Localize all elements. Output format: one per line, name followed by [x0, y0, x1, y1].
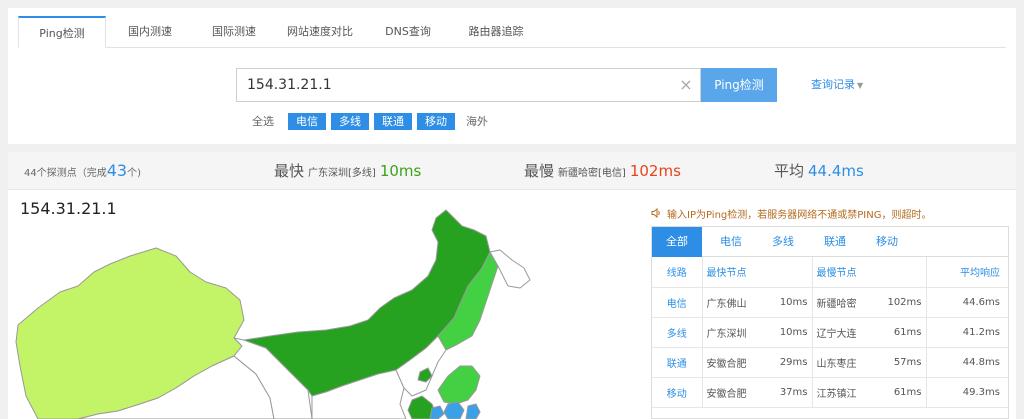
header-line: 线路 [652, 257, 703, 288]
tab-domestic-speed[interactable]: 国内测速 [106, 16, 194, 48]
average-value: 44.4ms [808, 162, 864, 180]
result-panel: 44个探测点（完成43个) 最快 广东深圳[多线] 10ms 最慢 新疆哈密[电信] 1… [8, 152, 1016, 419]
row-fast-value: 10ms [762, 287, 813, 318]
map-region-blue-b[interactable] [443, 401, 465, 419]
header-slowest: 最慢节点 [812, 257, 927, 288]
row-fast-value: 37ms [762, 377, 813, 408]
history-dropdown[interactable]: 查询记录 ▼ [811, 68, 863, 102]
fastest-stat: 最快 广东深圳[多线] 10ms [274, 152, 421, 190]
average-label: 平均 [774, 162, 805, 180]
filter-multiline[interactable]: 多线 [331, 113, 369, 130]
row-average: 44.8ms [926, 347, 1008, 378]
filter-mobile[interactable]: 移动 [417, 113, 455, 130]
row-slow-value: 61ms [878, 377, 927, 408]
row-average: 49.3ms [926, 377, 1008, 408]
row-fast-value: 10ms [762, 317, 813, 348]
row-fast-node: 安徽合肥 [702, 377, 762, 408]
probe-done-count: 43 [106, 161, 128, 180]
tool-tabs: Ping检测 国内测速 国际测速 网站速度对比 DNS查询 路由器追踪 [18, 16, 1006, 48]
row-slow-node: 山东枣庄 [812, 347, 878, 378]
tab-ping[interactable]: Ping检测 [18, 16, 106, 48]
header-fastest: 最快节点 [702, 257, 813, 288]
isp-tab-telecom[interactable]: 电信 [706, 227, 756, 257]
slowest-value: 102ms [629, 162, 681, 180]
table-header-row: 线路 最快节点 最慢节点 平均响应 [652, 257, 1008, 288]
row-fast-value: 29ms [762, 347, 813, 378]
row-fast-node: 广东深圳 [702, 317, 762, 348]
row-slow-value: 102ms [878, 287, 927, 318]
tab-traceroute[interactable]: 路由器追踪 [450, 16, 542, 48]
tab-international-speed[interactable]: 国际测速 [194, 16, 274, 48]
isp-tab-all[interactable]: 全部 [652, 227, 702, 257]
row-slow-node: 江苏镇江 [812, 377, 878, 408]
tab-site-compare[interactable]: 网站速度对比 [274, 16, 366, 48]
notice: 输入IP为Ping检测，若服务器网络不通或禁PING，则超时。 [651, 206, 931, 221]
table-row: 移动 安徽合肥 37ms 江苏镇江 61ms 49.3ms [652, 377, 1008, 408]
row-slow-value: 57ms [878, 347, 927, 378]
fastest-value: 10ms [379, 162, 422, 180]
row-average: 44.6ms [926, 287, 1008, 318]
row-slow-node: 新疆哈密 [812, 287, 878, 318]
results-table: 线路 最快节点 最慢节点 平均响应 电信 广东佛山 10ms 新疆哈密 102m… [652, 257, 1008, 408]
row-line[interactable]: 电信 [652, 287, 703, 318]
speaker-icon [651, 207, 663, 221]
row-slow-node: 辽宁大连 [812, 317, 878, 348]
slowest-label: 最慢 [524, 162, 555, 180]
isp-tab-mobile[interactable]: 移动 [862, 227, 912, 257]
row-line[interactable]: 移动 [652, 377, 703, 408]
ping-button[interactable]: Ping检测 [701, 68, 777, 102]
filter-overseas[interactable]: 海外 [462, 113, 492, 130]
history-label: 查询记录 [811, 78, 855, 91]
map-region-shandong[interactable] [437, 365, 481, 405]
table-row: 多线 广东深圳 10ms 辽宁大连 61ms 41.2ms [652, 317, 1008, 348]
filter-unicom[interactable]: 联通 [374, 113, 412, 130]
china-ping-map [15, 209, 531, 419]
probe-count: 44个探测点（完成43个) [24, 152, 141, 190]
row-average: 41.2ms [926, 317, 1008, 348]
table-row: 电信 广东佛山 10ms 新疆哈密 102ms 44.6ms [652, 287, 1008, 318]
map-title: 154.31.21.1 [20, 199, 117, 218]
fastest-label: 最快 [274, 162, 305, 180]
tool-panel: Ping检测 国内测速 国际测速 网站速度对比 DNS查询 路由器追踪 × Pi… [8, 8, 1016, 144]
host-input[interactable] [247, 69, 667, 101]
tab-dns-query[interactable]: DNS查询 [366, 16, 450, 48]
table-row: 联通 安徽合肥 29ms 山东枣庄 57ms 44.8ms [652, 347, 1008, 378]
row-fast-node: 安徽合肥 [702, 347, 762, 378]
isp-tabs: 全部 电信 多线 联通 移动 [652, 227, 1008, 257]
average-stat: 平均 44.4ms [774, 152, 864, 190]
map-region-blue-a[interactable] [429, 405, 445, 419]
row-fast-node: 广东佛山 [702, 287, 762, 318]
isp-tab-multiline[interactable]: 多线 [758, 227, 808, 257]
row-slow-value: 61ms [878, 317, 927, 348]
results-table-card: 全部 电信 多线 联通 移动 线路 最快节点 最慢节点 平均响应 电信 广东佛山… [651, 226, 1009, 419]
map-region-blue-c[interactable] [465, 403, 481, 419]
probe-prefix: 44个探测点（完成 [24, 168, 107, 179]
row-line[interactable]: 多线 [652, 317, 703, 348]
filter-select-all[interactable]: 全选 [248, 113, 278, 130]
search-box: × [236, 68, 701, 102]
notice-text: 输入IP为Ping检测，若服务器网络不通或禁PING，则超时。 [667, 210, 932, 221]
stats-bar: 44个探测点（完成43个) 最快 广东深圳[多线] 10ms 最慢 新疆哈密[电信] 1… [8, 152, 1016, 190]
filter-telecom[interactable]: 电信 [288, 113, 326, 130]
header-average: 平均响应 [926, 257, 1008, 288]
chevron-down-icon: ▼ [857, 81, 864, 90]
slowest-location: 新疆哈密[电信] [558, 168, 626, 179]
clear-icon[interactable]: × [678, 77, 694, 93]
row-line[interactable]: 联通 [652, 347, 703, 378]
fastest-location: 广东深圳[多线] [308, 168, 376, 179]
isp-tab-unicom[interactable]: 联通 [810, 227, 860, 257]
slowest-stat: 最慢 新疆哈密[电信] 102ms [524, 152, 681, 190]
probe-suffix: 个) [127, 168, 141, 179]
